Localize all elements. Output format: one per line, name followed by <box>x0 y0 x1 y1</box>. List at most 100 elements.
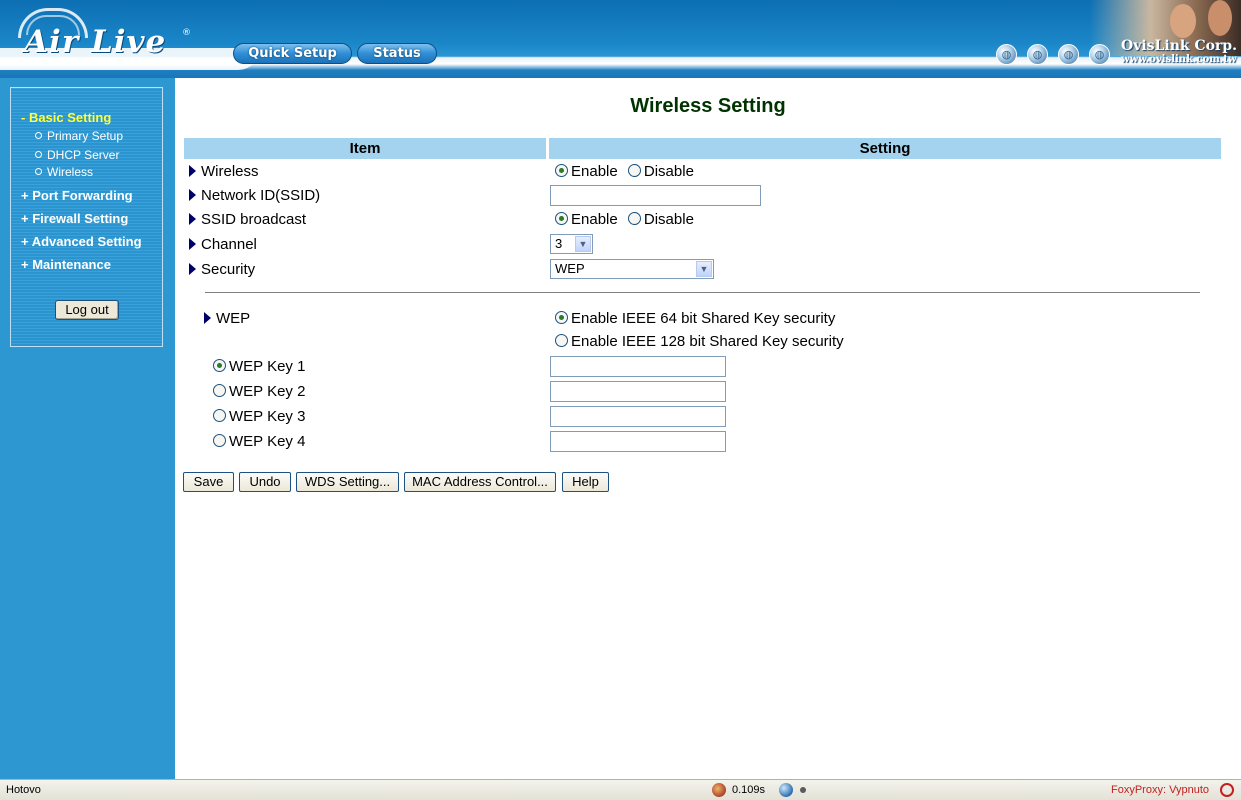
wep-key-2-input[interactable] <box>550 381 726 402</box>
radio-icon[interactable] <box>555 212 568 225</box>
wep-key-label: WEP Key 2 <box>229 383 306 400</box>
wep-key-1-option[interactable]: WEP Key 1 <box>213 358 305 375</box>
sidebar-item-basic-setting[interactable]: - Basic Setting <box>21 110 111 125</box>
mac-address-control-button[interactable]: MAC Address Control... <box>404 472 556 492</box>
channel-label: Channel <box>189 236 257 253</box>
wireless-enable-option[interactable]: Enable <box>555 163 618 180</box>
radio-label: Enable <box>571 163 618 180</box>
sidebar-subitem-wireless[interactable]: Wireless <box>35 165 93 179</box>
ssid-broadcast-enable-option[interactable]: Enable <box>555 211 618 228</box>
wep-key-label: WEP Key 1 <box>229 358 306 375</box>
bullet-icon <box>35 151 42 158</box>
sidebar-subitem-label: Wireless <box>47 165 94 179</box>
wep-key-4-option[interactable]: WEP Key 4 <box>213 433 305 450</box>
sidebar-subitem-label: DHCP Server <box>47 148 120 162</box>
radio-icon[interactable] <box>555 334 568 347</box>
foxyproxy-icon[interactable] <box>1220 783 1234 797</box>
sidebar-item-maintenance[interactable]: + Maintenance <box>21 257 111 272</box>
status-button[interactable]: Status <box>357 43 437 64</box>
company-name: OvisLink Corp. <box>1121 38 1237 54</box>
globe-icon: ◍ <box>1027 44 1048 65</box>
wireless-radio-group: Enable Disable <box>555 163 700 180</box>
wep-key-4-input[interactable] <box>550 431 726 452</box>
foxyproxy-status[interactable]: FoxyProxy: Vypnuto <box>1111 784 1209 796</box>
airlive-logo: Air Live ® <box>14 6 194 60</box>
chevron-down-icon[interactable]: ▼ <box>696 261 712 277</box>
wep-key-1-input[interactable] <box>550 356 726 377</box>
ssid-label: Network ID(SSID) <box>189 187 320 204</box>
header-photo-person <box>1170 4 1196 38</box>
sidebar-item-port-forwarding[interactable]: + Port Forwarding <box>21 188 133 203</box>
globe-icons: ◍ ◍ ◍ ◍ <box>996 44 1116 68</box>
ssid-broadcast-label-text: SSID broadcast <box>201 211 307 228</box>
table-header-setting: Setting <box>549 138 1221 159</box>
chevron-down-icon[interactable]: ▼ <box>575 236 591 252</box>
ssid-label-text: Network ID(SSID) <box>201 187 321 204</box>
bullet-icon <box>35 132 42 139</box>
radio-icon[interactable] <box>627 164 641 177</box>
arrow-right-icon <box>189 189 196 201</box>
radio-label: Disable <box>643 163 694 180</box>
sidebar-subitem-primary-setup[interactable]: Primary Setup <box>35 129 123 143</box>
quick-setup-button[interactable]: Quick Setup <box>233 43 352 64</box>
security-label-text: Security <box>201 261 256 278</box>
security-select[interactable]: WEP ▼ <box>550 259 714 279</box>
globe-icon: ◍ <box>996 44 1017 65</box>
sidebar-item-advanced-setting[interactable]: + Advanced Setting <box>21 234 142 249</box>
undo-button[interactable]: Undo <box>239 472 291 492</box>
globe-icon: ◍ <box>1089 44 1110 65</box>
wep-key-3-option[interactable]: WEP Key 3 <box>213 408 305 425</box>
sidebar-item-firewall-setting[interactable]: + Firewall Setting <box>21 211 128 226</box>
wep-128bit-option[interactable]: Enable IEEE 128 bit Shared Key security <box>555 333 844 350</box>
radio-icon[interactable] <box>555 164 568 177</box>
company-url: www.ovislink.com.tw <box>1121 54 1237 65</box>
wep-key-label: WEP Key 4 <box>229 433 306 450</box>
ssid-input[interactable] <box>550 185 761 206</box>
radio-icon[interactable] <box>213 409 226 422</box>
security-label: Security <box>189 261 255 278</box>
wep-key-label: WEP Key 3 <box>229 408 306 425</box>
arrow-right-icon <box>189 263 196 275</box>
sidebar-subitem-label: Primary Setup <box>47 129 124 143</box>
ssid-broadcast-radio-group: Enable Disable <box>555 211 700 228</box>
wds-setting-button[interactable]: WDS Setting... <box>296 472 399 492</box>
channel-select[interactable]: 3 ▼ <box>550 234 593 254</box>
radio-icon[interactable] <box>213 384 226 397</box>
help-button[interactable]: Help <box>562 472 609 492</box>
ssid-broadcast-disable-option[interactable]: Disable <box>627 211 694 228</box>
section-divider <box>205 292 1200 293</box>
wireless-label: Wireless <box>189 163 259 180</box>
wep-key-3-input[interactable] <box>550 406 726 427</box>
logo-text: Air Live <box>24 24 167 60</box>
firebug-icon[interactable] <box>712 783 726 797</box>
sidebar-subitem-dhcp-server[interactable]: DHCP Server <box>35 148 119 162</box>
ssid-broadcast-label: SSID broadcast <box>189 211 306 228</box>
arrow-right-icon <box>189 213 196 225</box>
network-globe-icon[interactable] <box>779 783 793 797</box>
radio-icon[interactable] <box>627 212 641 225</box>
wireless-disable-option[interactable]: Disable <box>627 163 694 180</box>
small-dot-icon <box>800 787 806 793</box>
page-title: Wireless Setting <box>630 95 786 117</box>
radio-icon[interactable] <box>213 434 226 447</box>
logout-button[interactable]: Log out <box>55 300 119 320</box>
browser-statusbar: Hotovo 0.109s FoxyProxy: Vypnuto <box>0 779 1241 800</box>
radio-label: Disable <box>643 211 694 228</box>
radio-icon[interactable] <box>555 311 568 324</box>
wep-64bit-option[interactable]: Enable IEEE 64 bit Shared Key security <box>555 310 835 327</box>
bullet-icon <box>35 168 42 175</box>
radio-label: Enable <box>571 211 618 228</box>
radio-icon[interactable] <box>213 359 226 372</box>
arrow-right-icon <box>189 165 196 177</box>
arrow-right-icon <box>204 312 211 324</box>
main-content: Wireless Setting Item Setting Wireless E… <box>175 78 1241 779</box>
security-select-value: WEP <box>555 261 585 276</box>
globe-icon: ◍ <box>1058 44 1079 65</box>
load-time-text: 0.109s <box>732 784 766 796</box>
radio-label: Enable IEEE 64 bit Shared Key security <box>571 310 836 327</box>
wep-label-text: WEP <box>216 310 251 327</box>
wep-key-2-option[interactable]: WEP Key 2 <box>213 383 305 400</box>
sidebar: - Basic Setting Primary Setup DHCP Serve… <box>0 78 175 779</box>
save-button[interactable]: Save <box>183 472 234 492</box>
header-photo-person <box>1208 0 1232 36</box>
